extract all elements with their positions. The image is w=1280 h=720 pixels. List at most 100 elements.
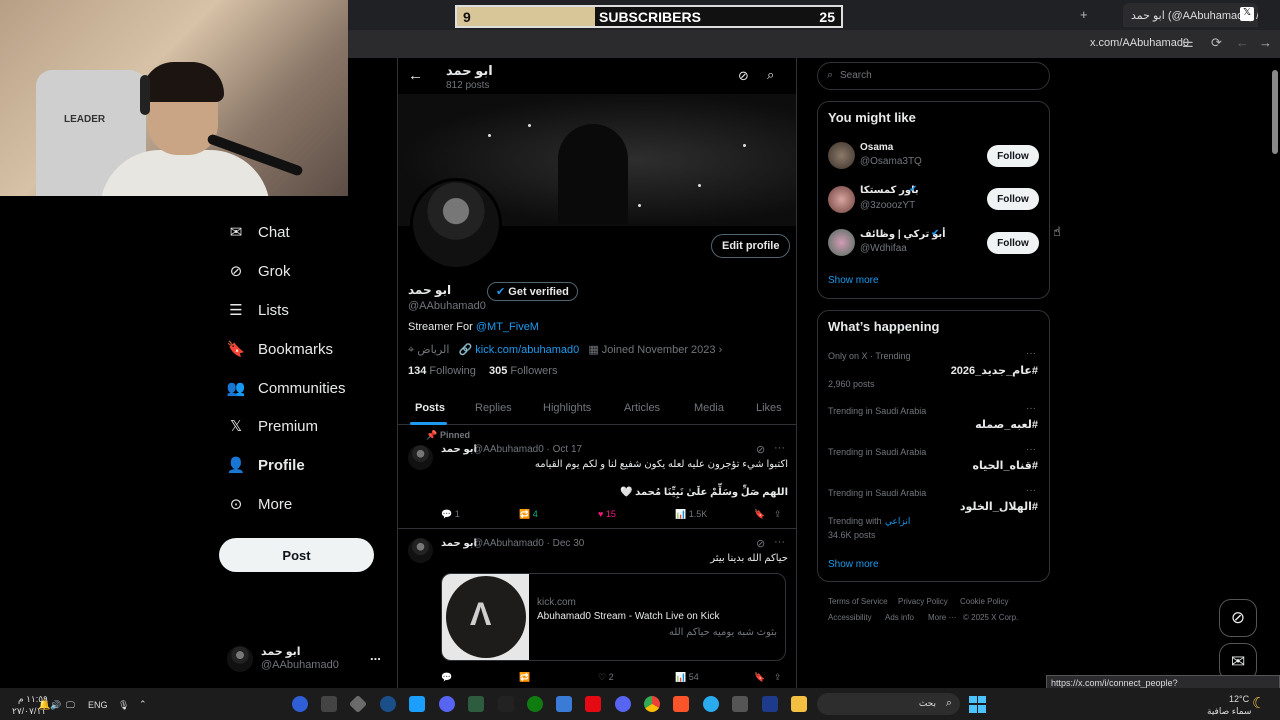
tab-media[interactable]: Media [694, 402, 724, 414]
show-more-trends-link[interactable]: Show more [828, 559, 879, 570]
page-scrollbar[interactable] [1272, 70, 1278, 154]
account-switcher[interactable]: ابو حمد @AAbuhamad0 ... [227, 644, 387, 674]
trend-more-icon[interactable]: ··· [1026, 444, 1036, 455]
back-icon[interactable]: → [1259, 35, 1272, 50]
follow-button[interactable]: Follow [987, 188, 1039, 210]
post-more-icon[interactable]: ··· [774, 536, 785, 548]
nav-item-profile[interactable]: 👤 Profile [226, 451, 305, 479]
taskbar-app-icon[interactable] [498, 696, 514, 712]
edit-profile-button[interactable]: Edit profile [711, 234, 791, 258]
network-icon[interactable]: 🖵 [66, 700, 75, 711]
chrome-icon[interactable] [644, 696, 660, 712]
taskbar-app-icon[interactable] [321, 696, 337, 712]
nav-item-lists[interactable]: ☰ Lists [226, 296, 289, 324]
taskbar-search[interactable]: بحث ⌕ [817, 693, 960, 715]
steam-icon[interactable] [380, 696, 396, 712]
tab-replies[interactable]: Replies [475, 402, 512, 414]
footer-terms[interactable]: Terms of Service [828, 597, 888, 606]
repost-button[interactable]: 🔁 4 [519, 509, 538, 520]
search-header-icon[interactable]: ⌕ [767, 67, 774, 83]
link-card[interactable]: Λ kick.com Abuhamad0 Stream - Watch Live… [441, 573, 786, 661]
grok-fab-icon[interactable]: ⊘ [1219, 599, 1257, 637]
language-indicator[interactable]: ENG [88, 700, 108, 710]
follow-button[interactable]: Follow [987, 232, 1039, 254]
footer-ads-info[interactable]: Ads info [885, 613, 914, 622]
followers-link[interactable]: 305 Followers [489, 365, 558, 377]
suggestion-avatar[interactable] [828, 229, 855, 256]
footer-privacy[interactable]: Privacy Policy [898, 597, 948, 606]
bio-link[interactable]: @MT_FiveM [476, 321, 539, 333]
views-button[interactable]: 📊 1.5K [675, 509, 707, 520]
nav-item-grok[interactable]: ⊘ Grok [226, 257, 291, 285]
profile-avatar[interactable] [410, 178, 502, 270]
tab-highlights[interactable]: Highlights [543, 402, 591, 414]
get-verified-button[interactable]: ✔ Get verified [487, 282, 578, 301]
suggestion-name[interactable]: Osama [860, 142, 893, 153]
mic-icon[interactable]: 🎙 [118, 700, 129, 711]
bookmark-post-icon[interactable]: 🔖 [754, 509, 765, 520]
post-pinned[interactable]: 📌 Pinned ابو حمد @AAbuhamad0 · Oct 17 ⊘ … [398, 426, 796, 529]
reply-button[interactable]: 💬 1 [441, 509, 460, 520]
trend-with-link[interactable]: انزاعي [885, 516, 910, 527]
share-icon[interactable]: ⇪ [774, 509, 782, 520]
search-box[interactable]: ⌕ Search [817, 62, 1050, 90]
nav-item-chat[interactable]: ✉ Chat [226, 218, 290, 246]
like-button[interactable]: ♡ 2 [598, 672, 614, 683]
nav-item-bookmarks[interactable]: 🔖 Bookmarks [226, 335, 333, 363]
footer-accessibility[interactable]: Accessibility [828, 613, 872, 622]
tab-articles[interactable]: Articles [624, 402, 660, 414]
footer-cookie[interactable]: Cookie Policy [960, 597, 1008, 606]
taskbar-app-icon[interactable] [762, 696, 778, 712]
repost-button[interactable]: 🔁 [519, 672, 530, 683]
reload-icon[interactable]: ⟳ [1211, 35, 1222, 51]
file-explorer-icon[interactable] [791, 696, 807, 712]
following-link[interactable]: 134 Following [408, 365, 476, 377]
grok-post-icon[interactable]: ⊘ [756, 443, 765, 456]
bookmark-post-icon[interactable]: 🔖 [754, 672, 765, 683]
grok-header-icon[interactable]: ⊘ [738, 68, 749, 84]
views-button[interactable]: 📊 54 [675, 672, 699, 683]
post[interactable]: ابو حمد @AAbuhamad0 · Dec 30 ⊘ ··· حياكم… [398, 530, 796, 692]
weather-desc[interactable]: سماء صافية [1207, 706, 1251, 717]
forward-icon[interactable]: ← [1236, 35, 1249, 50]
netflix-icon[interactable] [585, 696, 601, 712]
site-settings-icon[interactable]: ⚌ [1182, 35, 1194, 51]
taskbar-app-icon[interactable] [556, 696, 572, 712]
show-more-link[interactable]: Show more [828, 275, 879, 286]
post-button[interactable]: Post [219, 538, 374, 572]
trend-name[interactable]: #عام_جديد_2026 [951, 364, 1038, 377]
xbox-icon[interactable] [527, 696, 543, 712]
account-menu-icon[interactable]: ... [370, 648, 381, 663]
trend-more-icon[interactable]: ··· [1026, 348, 1036, 359]
url-field[interactable]: x.com/AAbuhamad0 [1090, 37, 1189, 49]
taskbar-app-icon[interactable] [292, 696, 308, 712]
chevron-right-icon[interactable]: › [719, 344, 723, 356]
like-button[interactable]: ♥ 15 [598, 509, 616, 519]
trend-more-icon[interactable]: ··· [1026, 485, 1036, 496]
taskbar-app-icon[interactable] [468, 696, 484, 712]
taskbar-app-icon[interactable] [732, 696, 748, 712]
back-arrow-icon[interactable]: ← [408, 67, 423, 84]
tray-chevron-icon[interactable]: ⌃ [139, 699, 147, 710]
post-author[interactable]: ابو حمد [441, 444, 477, 455]
suggestion-avatar[interactable] [828, 186, 855, 213]
share-icon[interactable]: ⇪ [774, 672, 782, 683]
follow-button[interactable]: Follow [987, 145, 1039, 167]
grok-post-icon[interactable]: ⊘ [756, 537, 765, 550]
nav-item-communities[interactable]: 👥 Communities [226, 374, 346, 402]
telegram-icon[interactable] [703, 696, 719, 712]
weather-temp[interactable]: 12°C [1229, 694, 1249, 704]
tab-posts[interactable]: Posts [415, 402, 445, 414]
nav-item-more[interactable]: ⊙ More [226, 490, 292, 518]
post-avatar[interactable] [408, 538, 433, 563]
brave-icon[interactable] [673, 696, 689, 712]
new-tab-icon[interactable]: + [1080, 7, 1088, 22]
post-more-icon[interactable]: ··· [774, 442, 785, 454]
trend-name[interactable]: #قناه_الحياه [973, 459, 1039, 472]
trend-name[interactable]: #الهلال_الخلود [960, 500, 1038, 513]
browser-tab[interactable]: ✕ ابو حمد (@AAbuhamad0) / X 𝕏 [1123, 3, 1258, 27]
taskbar-app-icon[interactable] [439, 696, 455, 712]
trend-more-icon[interactable]: ··· [1026, 403, 1036, 414]
nav-item-premium[interactable]: 𝕏 Premium [226, 412, 318, 440]
suggestion-avatar[interactable] [828, 142, 855, 169]
